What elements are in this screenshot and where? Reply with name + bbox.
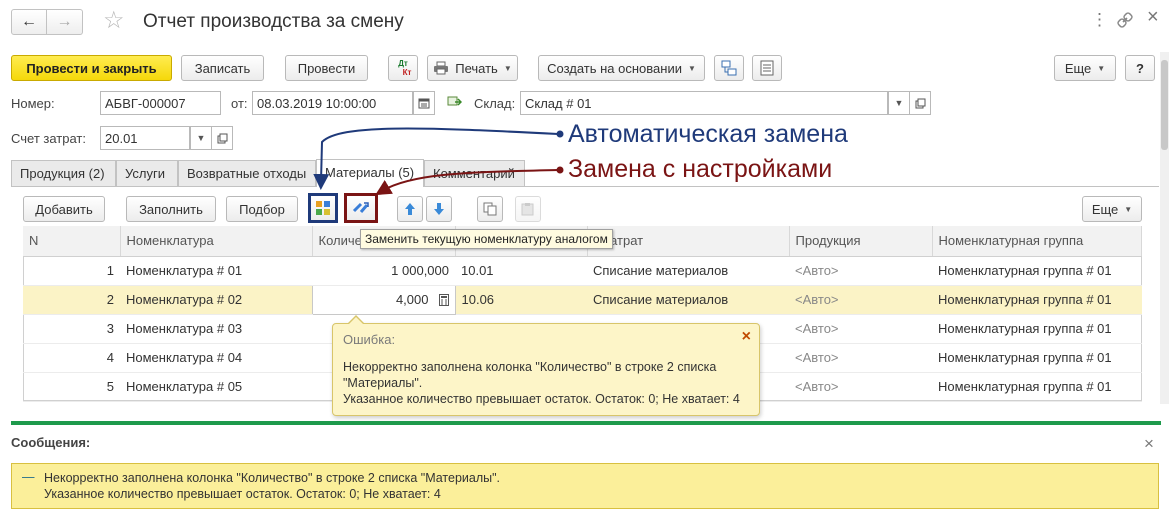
annotation-arrows [313, 127, 564, 196]
error-line-3: Указанное количество превышает остаток. … [343, 392, 740, 406]
message-bullet: — [22, 470, 35, 484]
error-popup-pointer-inner [348, 317, 364, 325]
message-line-2: Указанное количество превышает остаток. … [44, 487, 441, 501]
error-popup: Ошибка: × Некорректно заполнена колонка … [332, 315, 760, 416]
auto-replace-arrow [313, 127, 559, 190]
messages-title: Сообщения: [11, 435, 91, 450]
error-close-icon[interactable]: × [742, 328, 751, 346]
error-title: Ошибка: [343, 332, 396, 347]
settings-arrow [375, 169, 559, 196]
error-line-1: Некорректно заполнена колонка "Количеств… [343, 360, 717, 374]
message-line-1: Некорректно заполнена колонка "Количеств… [44, 471, 501, 485]
message-item[interactable]: — Некорректно заполнена колонка "Количес… [11, 463, 1159, 509]
messages-separator [11, 421, 1161, 425]
replace-settings-annotation: Замена с настройками [568, 155, 833, 183]
error-line-2: "Материалы". [343, 376, 423, 390]
auto-replace-annotation: Автоматическая замена [568, 120, 848, 148]
messages-close-icon[interactable]: × [1144, 434, 1154, 454]
